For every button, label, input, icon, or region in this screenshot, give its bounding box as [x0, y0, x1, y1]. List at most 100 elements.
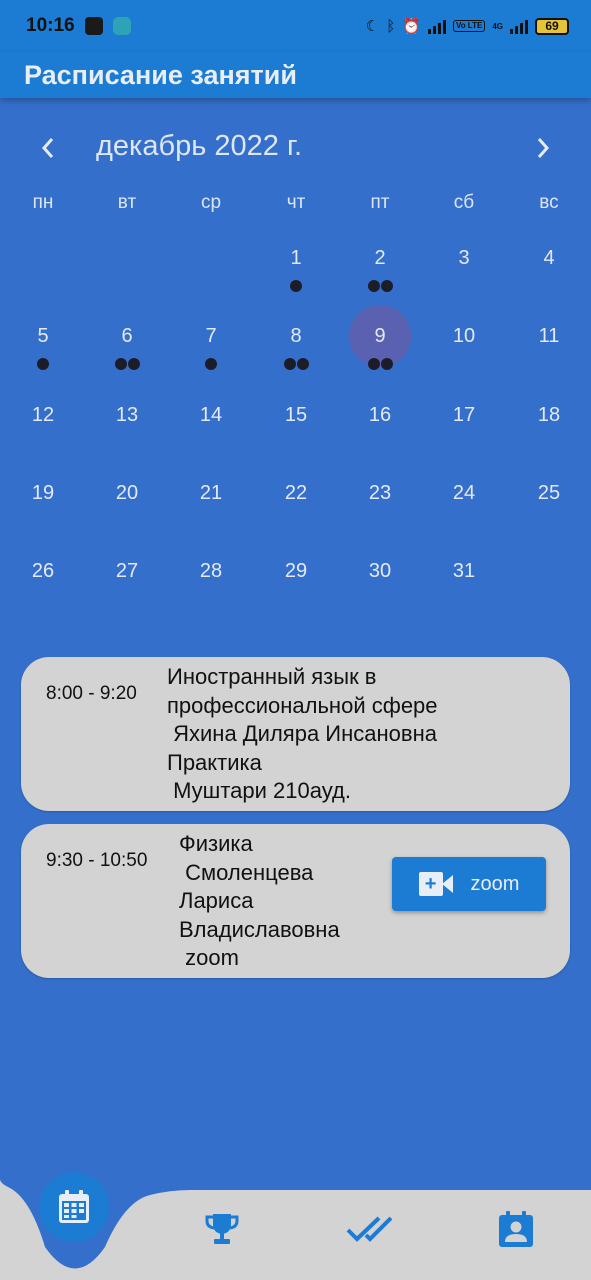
calendar-day[interactable]: 23	[349, 462, 411, 524]
prev-month-button[interactable]	[26, 126, 70, 170]
weekday-label: сб	[453, 192, 475, 213]
calendar-day[interactable]: 22	[265, 462, 327, 524]
calendar-day[interactable]: 21	[180, 462, 242, 524]
page-title: Расписание занятий	[24, 60, 297, 90]
calendar-day[interactable]: 3	[433, 227, 495, 289]
calendar-day[interactable]: 14	[180, 384, 242, 446]
calendar-day[interactable]: 2	[349, 227, 411, 292]
status-time: 10:16	[26, 15, 75, 36]
calendar-day[interactable]: 17	[433, 384, 495, 446]
day-number: 14	[199, 403, 223, 426]
lesson-line: Владиславовна	[179, 916, 340, 942]
calendar-day[interactable]: 19	[12, 462, 74, 524]
calendar-day[interactable]: 5	[12, 305, 74, 370]
trophy-icon	[205, 1214, 239, 1244]
status-left: 10:16	[26, 15, 131, 37]
status-bar: 10:16 ☾ ᛒ ⏰ Vo LTE 4G 69	[0, 0, 591, 52]
event-dot	[37, 358, 49, 370]
event-indicator	[265, 280, 327, 292]
nav-tasks[interactable]	[343, 1205, 395, 1253]
nav-achievements[interactable]	[196, 1205, 248, 1253]
calendar-day[interactable]: 16	[349, 384, 411, 446]
app-notification-icon	[112, 17, 131, 35]
moon-icon: ☾	[365, 18, 380, 35]
calendar-day[interactable]: 31	[433, 540, 495, 602]
weekday-header: пн вт ср чт пт сб вс	[0, 192, 591, 222]
day-number: 26	[31, 559, 55, 582]
calendar-day[interactable]: 1	[265, 227, 327, 292]
chevron-right-icon	[537, 138, 550, 158]
next-month-button[interactable]	[521, 126, 565, 170]
calendar-day[interactable]: 20	[96, 462, 158, 524]
month-header: декабрь 2022 г.	[0, 120, 591, 176]
event-dot	[114, 358, 127, 370]
calendar-day[interactable]: 10	[433, 305, 495, 367]
battery-icon: 69	[535, 17, 569, 35]
day-number: 21	[199, 481, 223, 504]
day-number: 11	[538, 324, 560, 347]
calendar-day[interactable]: 13	[96, 384, 158, 446]
chevron-left-icon	[41, 138, 54, 158]
calendar-day[interactable]: 30	[349, 540, 411, 602]
app-bar: Расписание занятий	[0, 52, 591, 98]
event-indicator	[349, 280, 411, 292]
calendar-day-selected[interactable]: 9	[349, 305, 411, 370]
day-number: 5	[37, 324, 49, 347]
calendar-day[interactable]: 26	[12, 540, 74, 602]
calendar-day[interactable]: 18	[518, 384, 580, 446]
calendar-day[interactable]: 11	[518, 305, 580, 367]
calendar-day[interactable]: 28	[180, 540, 242, 602]
day-number: 28	[199, 559, 223, 582]
lesson-line: Лариса	[179, 888, 254, 913]
lesson-line: zoom	[179, 945, 239, 970]
day-number: 30	[368, 559, 392, 582]
signal-icon-2	[510, 18, 528, 34]
lesson-card[interactable]: 8:00 - 9:20 Иностранный язык в профессио…	[21, 657, 570, 811]
calendar-day[interactable]: 27	[96, 540, 158, 602]
day-number: 19	[31, 481, 55, 504]
calendar-day[interactable]: 15	[265, 384, 327, 446]
profile-icon	[499, 1211, 533, 1247]
calendar-grid: 1 2 3 4 5 6 7 8 9 10 11 12 13 14 15 16 17 18 19 20 21 22 23 24 2…	[0, 232, 591, 622]
lesson-line: профессиональной сфере	[167, 692, 438, 718]
day-number: 27	[115, 559, 139, 582]
day-number: 10	[452, 324, 476, 347]
calendar-day[interactable]: 8	[265, 305, 327, 370]
bottom-nav	[0, 1172, 591, 1280]
nav-calendar[interactable]	[39, 1172, 109, 1242]
lesson-line: Муштари 210ауд.	[167, 778, 351, 803]
qr-notification-icon	[84, 17, 103, 35]
day-number: 29	[284, 559, 308, 582]
day-number: 18	[537, 403, 561, 426]
lesson-card[interactable]: 9:30 - 10:50 Физика Смоленцева Лариса Вл…	[21, 824, 570, 978]
day-number: 31	[452, 559, 476, 582]
calendar-day[interactable]: 6	[96, 305, 158, 370]
nav-profile[interactable]	[490, 1205, 542, 1253]
zoom-button[interactable]: + zoom	[392, 857, 546, 911]
calendar-day[interactable]: 7	[180, 305, 242, 370]
day-number: 12	[31, 403, 55, 426]
event-dot	[290, 280, 302, 292]
calendar-day[interactable]: 4	[518, 227, 580, 289]
calendar-day[interactable]: 12	[12, 384, 74, 446]
weekday-label: вт	[117, 192, 137, 213]
event-indicator	[180, 358, 242, 370]
day-number: 3	[458, 246, 470, 269]
calendar-day[interactable]: 29	[265, 540, 327, 602]
lesson-info: Физика Смоленцева Лариса Владиславовна z…	[179, 830, 379, 973]
calendar-day[interactable]: 24	[433, 462, 495, 524]
signal-icon	[427, 18, 446, 34]
volte-icon: Vo LTE	[452, 20, 486, 32]
event-indicator	[349, 358, 411, 370]
status-right: ☾ ᛒ ⏰ Vo LTE 4G 69	[366, 17, 569, 35]
lesson-info: Иностранный язык в профессиональной сфер…	[167, 663, 547, 806]
calendar-day[interactable]: 25	[518, 462, 580, 524]
done-all-icon	[346, 1216, 392, 1242]
lesson-line: Практика	[167, 749, 262, 775]
day-number: 8	[290, 324, 302, 347]
day-number: 7	[205, 324, 217, 347]
lesson-line: Яхина Диляра Инсановна	[167, 721, 437, 746]
weekday-label: пт	[370, 192, 390, 213]
event-indicator	[96, 358, 158, 370]
lesson-time: 8:00 - 9:20	[46, 683, 137, 704]
